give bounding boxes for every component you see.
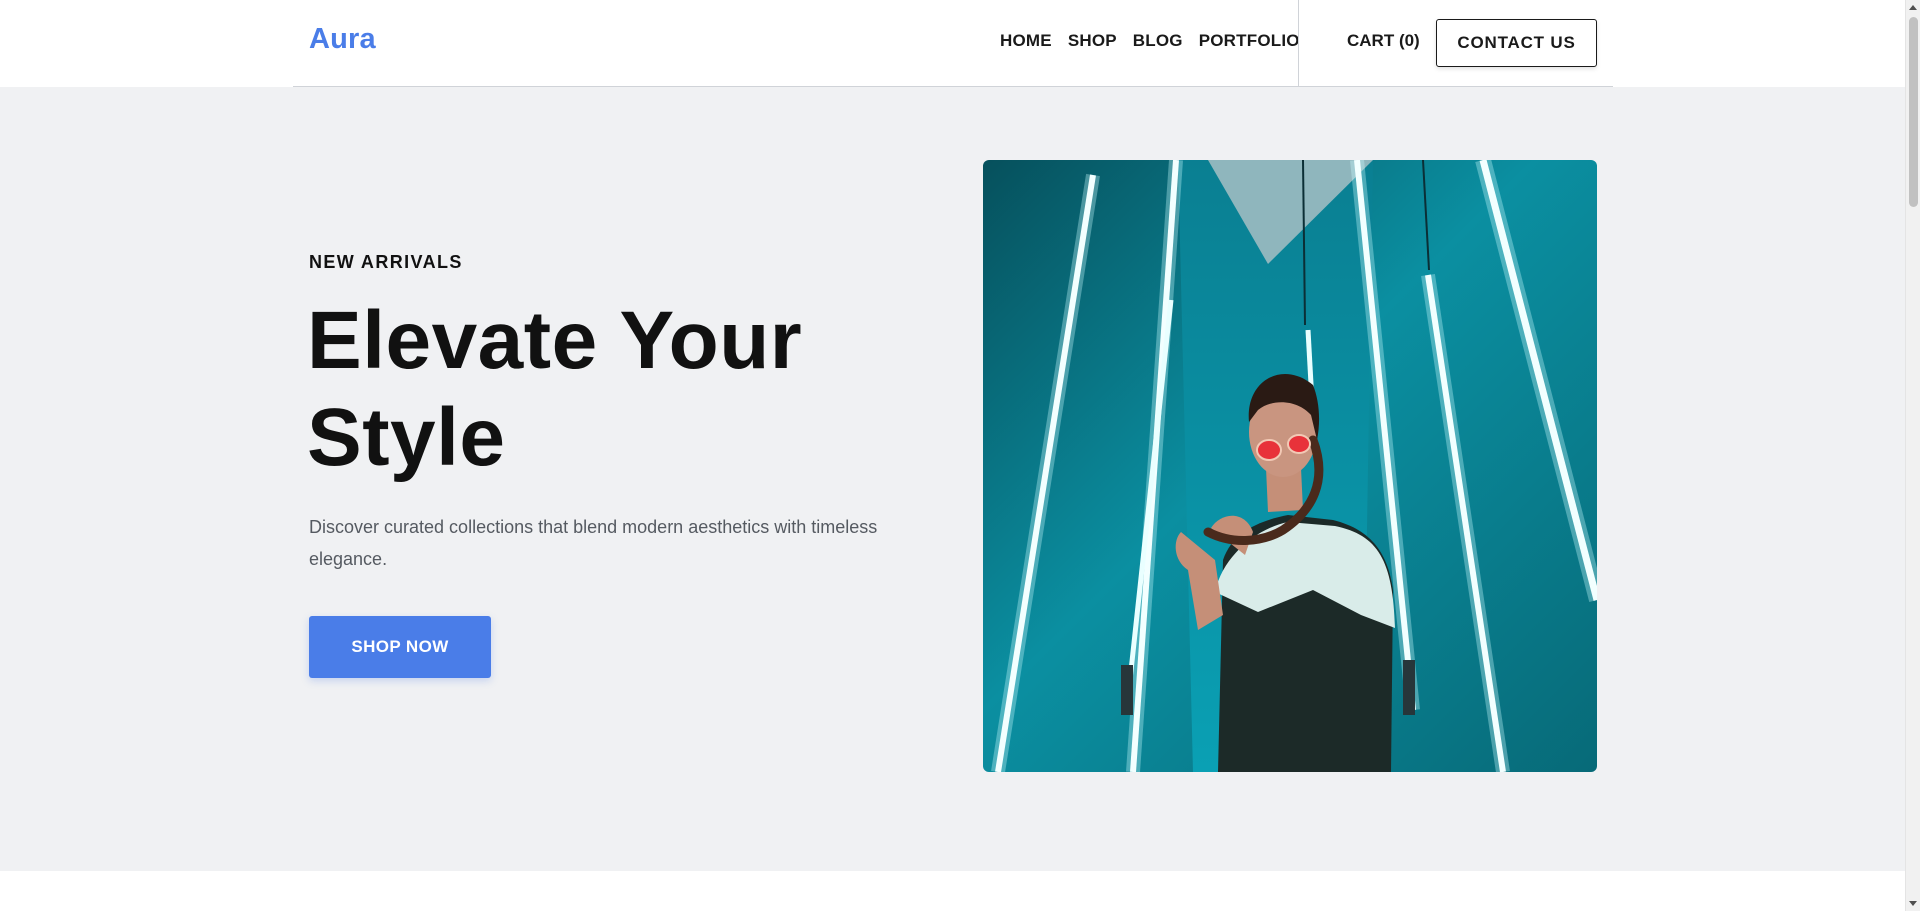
hero-headline-line1: Elevate Your [307,295,803,386]
hero-headline: Elevate Your Style [307,292,867,486]
nav-blog[interactable]: BLOG [1133,31,1183,51]
nav-home[interactable]: HOME [1000,31,1052,51]
hero-section: NEW ARRIVALS Elevate Your Style Discover… [0,87,1905,871]
nav-shop[interactable]: SHOP [1068,31,1117,51]
hero-image [983,160,1597,772]
page-scrollbar[interactable] [1905,0,1920,911]
scroll-up-icon[interactable] [1909,5,1917,10]
scroll-thumb[interactable] [1909,17,1918,207]
nav-portfolio[interactable]: PORTFOLIO [1199,31,1300,51]
cart-link[interactable]: CART (0) [1347,31,1420,51]
logo[interactable]: Aura [309,23,376,56]
page: Aura HOME SHOP BLOG PORTFOLIO CART (0) C… [0,0,1920,911]
site-header: Aura HOME SHOP BLOG PORTFOLIO CART (0) C… [0,0,1905,87]
next-section [0,871,1905,911]
fashion-model-photo-icon [983,160,1597,772]
scroll-down-icon[interactable] [1909,901,1917,906]
main-nav: HOME SHOP BLOG PORTFOLIO [1000,31,1316,51]
nav-divider [1298,0,1299,87]
hero-headline-line2: Style [307,392,506,483]
hero-eyebrow: NEW ARRIVALS [309,252,463,272]
hero-subtitle: Discover curated collections that blend … [309,517,878,569]
shop-now-button[interactable]: SHOP NOW [309,616,491,678]
header-container: Aura HOME SHOP BLOG PORTFOLIO CART (0) C… [293,0,1613,87]
contact-us-button[interactable]: CONTACT US [1436,19,1597,67]
